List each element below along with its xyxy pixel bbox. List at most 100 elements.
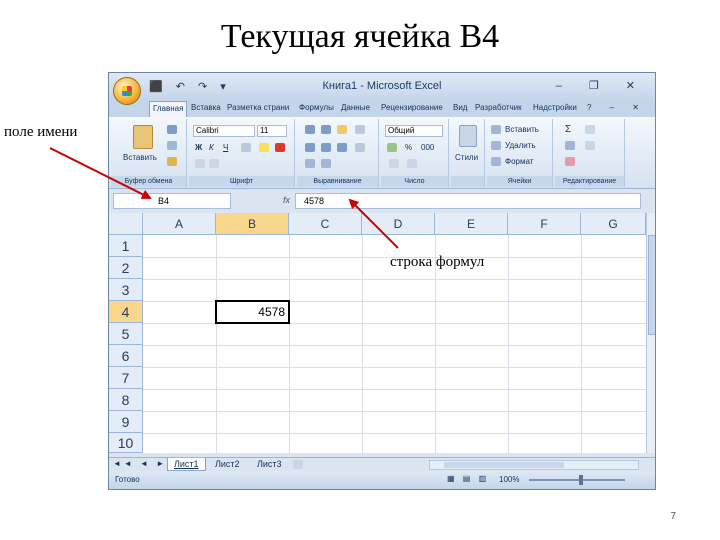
status-text: Готово [115,475,140,484]
tab-page-layout[interactable]: Разметка страни [227,103,289,112]
percent-button[interactable]: % [405,143,412,152]
fill-icon[interactable] [565,141,575,150]
group-alignment: Выравнивание [297,119,379,187]
row-header-4[interactable]: 4 [109,301,143,323]
fill-color-icon[interactable] [259,143,269,152]
tab-formulas[interactable]: Формулы [299,103,334,112]
horizontal-scroll-thumb[interactable] [444,462,564,468]
font-color-icon[interactable] [275,143,285,152]
format-painter-icon[interactable] [167,157,177,166]
align-center-icon[interactable] [321,143,331,152]
row-header-1[interactable]: 1 [109,235,143,257]
tab-review[interactable]: Рецензирование [381,103,443,112]
font-name-combo[interactable]: Calibri [193,125,255,137]
row-header-9[interactable]: 9 [109,411,143,433]
row-header-7[interactable]: 7 [109,367,143,389]
tab-insert[interactable]: Вставка [191,103,221,112]
formula-input[interactable]: 4578 [295,193,641,209]
row-header-8[interactable]: 8 [109,389,143,411]
indent-icon[interactable] [305,159,315,168]
zoom-slider-knob[interactable] [579,475,583,485]
status-bar: Готово ▦ ▤ ▥ 100% [109,471,655,489]
zoom-slider[interactable] [529,479,625,481]
tab-data[interactable]: Данные [341,103,370,112]
paste-button[interactable]: Вставить [123,153,157,162]
column-header-g[interactable]: G [581,213,646,235]
gridline [143,279,646,280]
decrease-font-icon[interactable] [209,159,219,168]
find-select-icon[interactable] [585,141,595,150]
column-header-f[interactable]: F [508,213,581,235]
font-size-combo[interactable]: 11 [257,125,287,137]
sheet-tab-bar: ◄◄ ◄ ► ►► Лист1 Лист2 Лист3 [109,457,655,471]
italic-icon[interactable]: К [209,143,214,152]
zoom-level[interactable]: 100% [499,475,519,484]
vertical-scrollbar[interactable] [646,213,655,453]
align-middle-icon[interactable] [321,125,331,134]
thousands-button[interactable]: 000 [421,143,434,152]
format-cells-icon[interactable] [491,157,501,166]
ribbon-help-controls[interactable]: ? – ✕ [587,103,647,112]
vertical-scroll-thumb[interactable] [648,235,655,335]
underline-icon[interactable]: Ч [223,143,228,152]
increase-decimal-icon[interactable] [389,159,399,168]
row-header-2[interactable]: 2 [109,257,143,279]
tab-view[interactable]: Вид [453,103,467,112]
group-styles: Стили [451,119,485,187]
increase-font-icon[interactable] [195,159,205,168]
row-header-5[interactable]: 5 [109,323,143,345]
sheet-tab-1[interactable]: Лист1 [167,458,206,471]
styles-icon[interactable] [459,125,477,147]
gridline [143,367,646,368]
autosum-icon[interactable]: Σ [565,124,571,135]
number-format-combo[interactable]: Общий [385,125,443,137]
borders-icon[interactable] [241,143,251,152]
copy-icon[interactable] [167,141,177,150]
column-header-b[interactable]: B [216,213,289,235]
tab-developer[interactable]: Разработчик [475,103,522,112]
sheet-tab-3[interactable]: Лист3 [251,458,288,471]
column-header-d[interactable]: D [362,213,435,235]
tab-addins[interactable]: Надстройки [533,103,577,112]
view-buttons[interactable]: ▦ ▤ ▥ [447,474,489,483]
format-cells-button[interactable]: Формат [505,157,533,166]
fx-icon[interactable]: fx [283,193,290,207]
wrap-text-icon[interactable] [355,125,365,134]
styles-button[interactable]: Стили [455,153,478,162]
align-left-icon[interactable] [305,143,315,152]
insert-cells-button[interactable]: Вставить [505,125,539,134]
tab-home[interactable]: Главная [149,101,188,117]
delete-cells-icon[interactable] [491,141,501,150]
select-all-corner[interactable] [109,213,143,235]
merge-center-icon[interactable] [355,143,365,152]
column-header-c[interactable]: C [289,213,362,235]
paste-icon[interactable] [133,125,153,149]
delete-cells-button[interactable]: Удалить [505,141,536,150]
name-box[interactable]: B4 [113,193,231,209]
bold-icon[interactable]: Ж [195,143,202,152]
decrease-decimal-icon[interactable] [407,159,417,168]
row-header-10[interactable]: 10 [109,433,143,453]
clear-icon[interactable] [565,157,575,166]
sort-filter-icon[interactable] [585,125,595,134]
gridline [362,235,363,453]
row-header-6[interactable]: 6 [109,345,143,367]
cut-icon[interactable] [167,125,177,134]
office-button[interactable] [113,77,141,105]
insert-cells-icon[interactable] [491,125,501,134]
column-header-e[interactable]: E [435,213,508,235]
group-clipboard: Вставить Буфер обмена [111,119,187,187]
orientation-icon[interactable] [321,159,331,168]
sheet-tab-2[interactable]: Лист2 [209,458,246,471]
column-header-a[interactable]: A [143,213,216,235]
align-right-icon[interactable] [337,143,347,152]
currency-icon[interactable] [387,143,397,152]
align-bottom-icon[interactable] [337,125,347,134]
window-controls[interactable]: – ❐ ✕ [556,79,647,92]
insert-sheet-icon[interactable] [293,460,303,469]
active-cell-b4[interactable]: 4578 [215,300,290,324]
group-label-clipboard: Буфер обмена [111,176,186,187]
horizontal-scrollbar[interactable] [429,460,639,470]
row-header-3[interactable]: 3 [109,279,143,301]
align-top-icon[interactable] [305,125,315,134]
